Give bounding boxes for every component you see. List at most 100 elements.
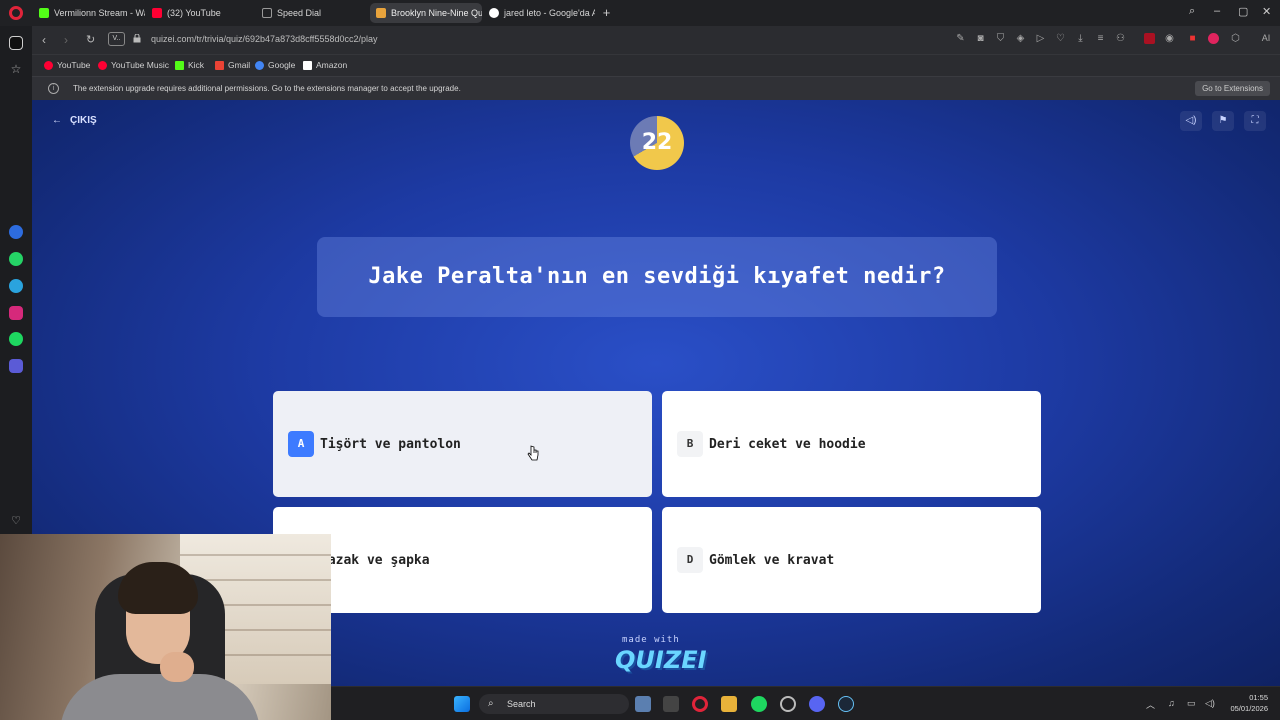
camera-icon[interactable]: ◙ [975, 33, 986, 44]
bookmark-youtube-music[interactable]: YouTube Music [98, 60, 169, 70]
tab-label: jared leto - Google'da Ara [504, 8, 595, 18]
bookmark-youtube[interactable]: YouTube [44, 60, 90, 70]
profile-icon[interactable]: ⚇ [1115, 33, 1126, 44]
url-field[interactable]: quizei.com/tr/trivia/quiz/692b47a873d8cf… [151, 34, 377, 44]
steam-icon[interactable] [838, 696, 854, 712]
bookmark-google[interactable]: Google [255, 60, 295, 70]
maximize-button[interactable]: ▢ [1238, 5, 1248, 18]
answer-text: Kazak ve şapka [320, 552, 430, 568]
quizei-logo[interactable]: QUIZEI [615, 646, 707, 674]
extension-2-icon[interactable]: ◉ [1164, 33, 1175, 44]
bookmark-label: Gmail [228, 60, 251, 70]
app-icon[interactable] [780, 696, 796, 712]
volume-icon[interactable]: ◁) [1205, 698, 1215, 709]
play-icon[interactable]: ▷ [1035, 33, 1046, 44]
discord-icon[interactable] [809, 696, 825, 712]
minimize-button[interactable]: – [1214, 5, 1220, 17]
tab-quiz[interactable]: Brooklyn Nine-Nine Quiz [370, 3, 482, 23]
exit-button[interactable]: ← ÇIKIŞ [52, 115, 97, 126]
spotify-icon[interactable] [9, 332, 23, 346]
network-icon[interactable]: ▭ [1187, 698, 1196, 709]
reload-button[interactable]: ↻ [86, 33, 95, 46]
edit-icon[interactable]: ✎ [955, 33, 966, 44]
bookmark-label: YouTube Music [111, 60, 169, 70]
opera-taskbar-icon[interactable] [692, 696, 708, 712]
star-icon[interactable]: ☆ [9, 62, 23, 76]
vpn-icon[interactable]: ◈ [1015, 33, 1026, 44]
spotify-taskbar-icon[interactable] [751, 696, 767, 712]
widget-icon[interactable] [635, 696, 651, 712]
opera-logo-icon[interactable] [9, 6, 23, 20]
taskbar-search[interactable]: ⌕ Search [479, 694, 629, 714]
download-icon[interactable]: ⤓ [1075, 33, 1086, 44]
telegram-icon[interactable] [9, 279, 23, 293]
tab-label: Vermilionn Stream - Watch [54, 8, 145, 18]
report-flag-icon[interactable]: ⚑ [1212, 111, 1234, 131]
tab-youtube[interactable]: (32) YouTube [146, 3, 254, 23]
tab-search-icon[interactable]: ⌕ [1189, 5, 1195, 18]
menu-icon[interactable]: ≡ [1095, 33, 1106, 44]
extension-3-icon[interactable]: ■ [1187, 33, 1198, 44]
heart-icon[interactable]: ♡ [1055, 33, 1066, 44]
youtube-music-icon [98, 60, 107, 70]
windows-start-icon[interactable] [454, 696, 470, 712]
bookmark-label: YouTube [57, 60, 91, 70]
sound-icon[interactable]: ◁) [1180, 111, 1202, 131]
microphone-icon[interactable]: ♫ [1168, 698, 1175, 708]
bookmark-label: Google [268, 60, 296, 70]
extension-1-icon[interactable] [1144, 33, 1155, 44]
person-hand [160, 652, 194, 682]
home-icon[interactable] [9, 36, 23, 50]
google-icon [255, 60, 264, 70]
tab-label: Speed Dial [277, 8, 322, 18]
bookmark-label: Kick [188, 60, 205, 70]
player-icon[interactable] [9, 359, 23, 373]
kick-icon [39, 8, 49, 18]
ai-button[interactable]: AI [1254, 33, 1278, 44]
ublock-icon[interactable] [1208, 33, 1219, 44]
tab-google[interactable]: jared leto - Google'da Ara [483, 3, 595, 23]
forward-button[interactable]: › [64, 33, 68, 47]
go-to-extensions-button[interactable]: Go to Extensions [1195, 81, 1270, 96]
back-button[interactable]: ‹ [42, 33, 46, 47]
fullscreen-icon[interactable]: ⛶ [1244, 111, 1266, 131]
new-tab-button[interactable]: + [600, 6, 613, 19]
taskbar-clock[interactable]: 01:55 05/01/2026 [1230, 692, 1268, 714]
tray-chevron-icon[interactable]: ︿ [1146, 698, 1155, 711]
answer-letter: B [677, 431, 703, 457]
task-view-icon[interactable] [663, 696, 679, 712]
exit-label: ÇIKIŞ [70, 115, 97, 126]
answer-a[interactable]: A Tişört ve pantolon [273, 391, 652, 497]
person-hair [118, 562, 198, 614]
view-badge[interactable]: V.. [108, 32, 125, 46]
search-placeholder: Search [507, 699, 536, 709]
amazon-icon [303, 60, 312, 70]
search-icon: ⌕ [488, 698, 494, 709]
bookmark-amazon[interactable]: Amazon [303, 60, 347, 70]
youtube-icon [152, 8, 162, 18]
favorites-heart-icon[interactable]: ♡ [9, 514, 23, 528]
bookmark-gmail[interactable]: Gmail [215, 60, 250, 70]
close-button[interactable]: ✕ [1262, 5, 1271, 18]
extension-info-bar: i The extension upgrade requires additio… [32, 76, 1280, 100]
answer-d[interactable]: D Gömlek ve kravat [662, 507, 1041, 613]
tab-kick[interactable]: Vermilionn Stream - Watch [33, 3, 145, 23]
windows-taskbar: ⌕ Search ︿ ♫ ▭ ◁) 01:55 05/01/2026 [331, 686, 1280, 720]
file-explorer-icon[interactable] [721, 696, 737, 712]
whatsapp-icon[interactable] [9, 252, 23, 266]
webcam-overlay [0, 534, 331, 720]
extensions-icon[interactable]: ⬡ [1230, 33, 1241, 44]
bookmark-kick[interactable]: Kick [175, 60, 204, 70]
tab-speed-dial[interactable]: Speed Dial [256, 3, 368, 23]
bookmark-label: Amazon [316, 60, 348, 70]
timer-value: 22 [641, 130, 673, 155]
messenger-icon[interactable] [9, 225, 23, 239]
countdown-timer: 22 [630, 116, 684, 170]
quiz-favicon-icon [376, 8, 386, 18]
instagram-icon[interactable] [9, 306, 23, 320]
google-icon [489, 8, 499, 18]
answer-b[interactable]: B Deri ceket ve hoodie [662, 391, 1041, 497]
shield-icon[interactable]: ⛉ [995, 33, 1006, 44]
tab-label: (32) YouTube [167, 8, 221, 18]
speed-dial-icon [262, 8, 272, 18]
